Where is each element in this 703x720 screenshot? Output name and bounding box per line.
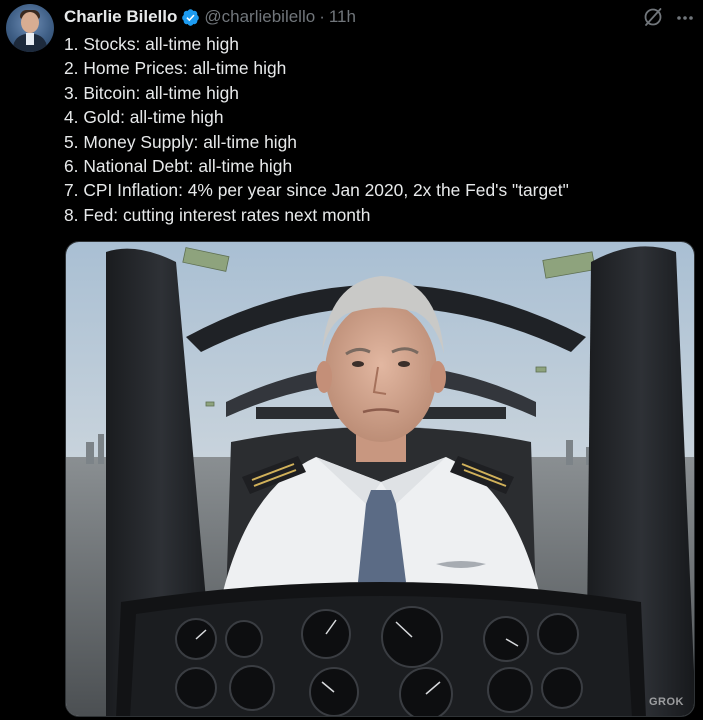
avatar-shirt xyxy=(26,33,34,45)
tweet-line: 5. Money Supply: all-time high xyxy=(64,131,297,152)
tweet-line: 3. Bitcoin: all-time high xyxy=(64,82,239,103)
tweet-header: Charlie Bilello @charliebilello · 11h xyxy=(64,6,356,28)
tweet-line: 2. Home Prices: all-time high xyxy=(64,58,287,79)
author-name[interactable]: Charlie Bilello xyxy=(64,7,177,27)
avatar-face xyxy=(21,12,39,33)
author-avatar[interactable] xyxy=(6,4,54,52)
tweet-line: 4. Gold: all-time high xyxy=(64,107,224,128)
grok-watermark: GROK xyxy=(649,696,684,708)
verified-badge-icon xyxy=(181,8,200,27)
author-handle[interactable]: @charliebilello xyxy=(204,7,315,27)
tweet-line: 8. Fed: cutting interest rates next mont… xyxy=(64,204,371,225)
tweet-line: 1. Stocks: all-time high xyxy=(64,34,239,54)
tweet-timestamp[interactable]: 11h xyxy=(329,7,356,27)
separator-dot: · xyxy=(319,7,325,26)
tweet-media-image[interactable]: GROK xyxy=(65,241,695,717)
tweet-line: 6. National Debt: all-time high xyxy=(64,156,293,177)
tweet-text: 1. Stocks: all-time high 2. Home Prices:… xyxy=(64,32,569,227)
grok-icon[interactable] xyxy=(642,6,664,28)
cockpit-scene-illustration xyxy=(66,242,694,716)
more-options-icon[interactable] xyxy=(674,6,696,28)
tweet-line: 7. CPI Inflation: 4% per year since Jan … xyxy=(64,180,569,201)
